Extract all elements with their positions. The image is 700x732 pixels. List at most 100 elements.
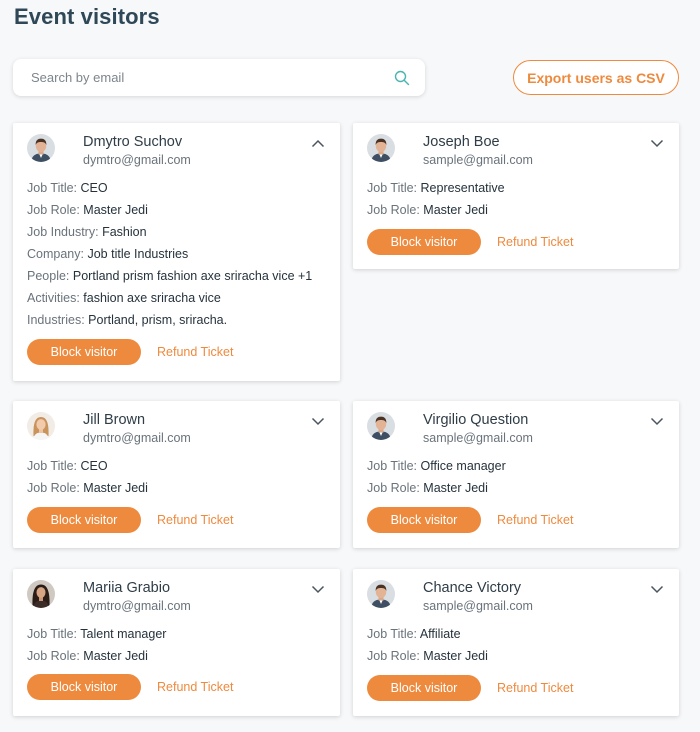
job-role-value: Master Jedi bbox=[83, 649, 148, 663]
company-label: Company: bbox=[27, 247, 84, 261]
job-title-value: CEO bbox=[80, 459, 108, 473]
visitor-actions: Block visitor Refund Ticket bbox=[367, 229, 573, 255]
block-visitor-button[interactable]: Block visitor bbox=[27, 507, 141, 533]
visitor-email: dymtro@gmail.com bbox=[83, 153, 191, 167]
refund-ticket-link[interactable]: Refund Ticket bbox=[157, 680, 233, 694]
visitor-card: Dmytro Suchov dymtro@gmail.com Job Title… bbox=[13, 123, 340, 381]
industries-label: Industries: bbox=[27, 313, 85, 327]
block-visitor-button[interactable]: Block visitor bbox=[27, 339, 141, 365]
visitor-card-header[interactable]: Dmytro Suchov dymtro@gmail.com bbox=[27, 134, 330, 170]
job-title-value: Affiliate bbox=[419, 627, 461, 641]
people-value: Portland prism fashion axe sriracha vice… bbox=[72, 269, 313, 283]
industries-row: Industries: Portland, prism, sriracha. bbox=[27, 312, 312, 334]
refund-ticket-link[interactable]: Refund Ticket bbox=[157, 345, 233, 359]
industries-value: Portland, prism, sriracha. bbox=[88, 313, 228, 327]
job-role-row: Job Role: Master Jedi bbox=[27, 648, 166, 670]
block-visitor-button[interactable]: Block visitor bbox=[367, 675, 481, 701]
male-avatar-icon bbox=[367, 134, 395, 162]
job-title-label: Job Title: bbox=[367, 181, 418, 195]
job-role-row: Job Role: Master Jedi bbox=[367, 202, 505, 224]
job-role-value: Master Jedi bbox=[423, 649, 488, 663]
visitor-name: Mariia Grabio bbox=[83, 580, 171, 596]
job-title-label: Job Title: bbox=[27, 627, 78, 641]
visitor-card: Chance Victory sample@gmail.com Job Titl… bbox=[353, 569, 679, 716]
job-title-row: Job Title: CEO bbox=[27, 180, 312, 202]
job-title-row: Job Title: Representative bbox=[367, 180, 505, 202]
chevron-down-icon[interactable] bbox=[310, 582, 326, 596]
male-avatar-icon bbox=[367, 580, 395, 608]
job-role-value: Master Jedi bbox=[83, 203, 148, 217]
job-industry-value: Fashion bbox=[102, 225, 147, 239]
job-role-label: Job Role: bbox=[27, 203, 80, 217]
page-title: Event visitors bbox=[14, 4, 160, 29]
chevron-down-icon[interactable] bbox=[649, 136, 665, 150]
visitor-name: Dmytro Suchov bbox=[83, 134, 183, 150]
activities-value: fashion axe sriracha vice bbox=[83, 291, 221, 305]
block-visitor-button[interactable]: Block visitor bbox=[367, 507, 481, 533]
visitor-card: Joseph Boe sample@gmail.com Job Title: R… bbox=[353, 123, 679, 269]
visitor-card-header[interactable]: Virgilio Question sample@gmail.com bbox=[367, 412, 669, 448]
visitor-name: Joseph Boe bbox=[423, 134, 500, 150]
visitor-card-header[interactable]: Chance Victory sample@gmail.com bbox=[367, 580, 669, 616]
search-input[interactable] bbox=[31, 70, 393, 85]
job-title-row: Job Title: Office manager bbox=[367, 458, 506, 480]
job-industry-row: Job Industry: Fashion bbox=[27, 224, 312, 246]
visitor-name: Chance Victory bbox=[423, 580, 522, 596]
visitor-card-header[interactable]: Mariia Grabio dymtro@gmail.com bbox=[27, 580, 330, 616]
job-role-row: Job Role: Master Jedi bbox=[27, 202, 312, 224]
visitor-actions: Block visitor Refund Ticket bbox=[367, 507, 573, 533]
job-industry-label: Job Industry: bbox=[27, 225, 99, 239]
job-role-label: Job Role: bbox=[367, 481, 420, 495]
visitor-email: sample@gmail.com bbox=[423, 599, 533, 613]
visitor-actions: Block visitor Refund Ticket bbox=[27, 339, 233, 365]
male-avatar-icon bbox=[367, 412, 395, 440]
people-label: People: bbox=[27, 269, 70, 283]
activities-row: Activities: fashion axe sriracha vice bbox=[27, 290, 312, 312]
job-role-row: Job Role: Master Jedi bbox=[367, 648, 488, 670]
job-title-value: Office manager bbox=[420, 459, 506, 473]
visitor-details: Job Title: Office manager Job Role: Mast… bbox=[367, 458, 506, 502]
refund-ticket-link[interactable]: Refund Ticket bbox=[497, 235, 573, 249]
visitor-name: Jill Brown bbox=[83, 412, 146, 428]
job-title-value: Talent manager bbox=[80, 627, 167, 641]
job-role-label: Job Role: bbox=[367, 203, 420, 217]
visitor-details: Job Title: Representative Job Role: Mast… bbox=[367, 180, 505, 224]
block-visitor-button[interactable]: Block visitor bbox=[367, 229, 481, 255]
chevron-down-icon[interactable] bbox=[649, 414, 665, 428]
refund-ticket-link[interactable]: Refund Ticket bbox=[497, 513, 573, 527]
job-title-label: Job Title: bbox=[367, 459, 418, 473]
visitor-card: Mariia Grabio dymtro@gmail.com Job Title… bbox=[13, 569, 340, 716]
job-role-label: Job Role: bbox=[367, 649, 420, 663]
visitor-details: Job Title: Talent manager Job Role: Mast… bbox=[27, 626, 166, 670]
chevron-down-icon[interactable] bbox=[649, 582, 665, 596]
job-title-row: Job Title: Talent manager bbox=[27, 626, 166, 648]
visitor-actions: Block visitor Refund Ticket bbox=[27, 674, 233, 700]
visitor-actions: Block visitor Refund Ticket bbox=[367, 675, 573, 701]
job-role-label: Job Role: bbox=[27, 649, 80, 663]
job-role-row: Job Role: Master Jedi bbox=[367, 480, 506, 502]
job-role-row: Job Role: Master Jedi bbox=[27, 480, 148, 502]
chevron-up-icon[interactable] bbox=[310, 136, 326, 150]
chevron-down-icon[interactable] bbox=[310, 414, 326, 428]
refund-ticket-link[interactable]: Refund Ticket bbox=[157, 513, 233, 527]
visitor-email: sample@gmail.com bbox=[423, 431, 533, 445]
search-icon[interactable] bbox=[393, 69, 411, 87]
export-csv-button[interactable]: Export users as CSV bbox=[513, 60, 679, 95]
female-avatar-icon bbox=[27, 412, 55, 440]
visitor-name: Virgilio Question bbox=[423, 412, 529, 428]
visitor-details: Job Title: CEO Job Role: Master Jedi Job… bbox=[27, 180, 312, 334]
people-row: People: Portland prism fashion axe srira… bbox=[27, 268, 312, 290]
refund-ticket-link[interactable]: Refund Ticket bbox=[497, 681, 573, 695]
visitor-card: Virgilio Question sample@gmail.com Job T… bbox=[353, 401, 679, 548]
company-value: Job title Industries bbox=[87, 247, 189, 261]
visitor-card-header[interactable]: Jill Brown dymtro@gmail.com bbox=[27, 412, 330, 448]
block-visitor-button[interactable]: Block visitor bbox=[27, 674, 141, 700]
job-title-row: Job Title: Affiliate bbox=[367, 626, 488, 648]
job-title-row: Job Title: CEO bbox=[27, 458, 148, 480]
visitor-email: dymtro@gmail.com bbox=[83, 599, 191, 613]
job-title-value: Representative bbox=[420, 181, 505, 195]
visitor-card-header[interactable]: Joseph Boe sample@gmail.com bbox=[367, 134, 669, 170]
female-avatar-icon bbox=[27, 580, 55, 608]
visitor-details: Job Title: CEO Job Role: Master Jedi bbox=[27, 458, 148, 502]
search-bar bbox=[13, 59, 425, 96]
